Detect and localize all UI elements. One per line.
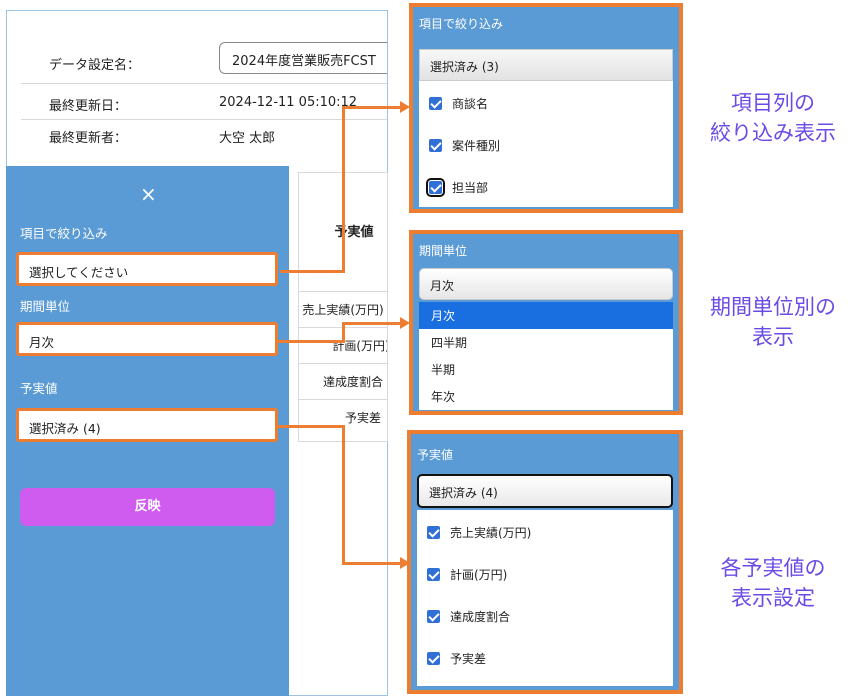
measures-option-label: 売上実績(万円): [450, 526, 532, 540]
measures-option-label: 計画(万円): [450, 568, 508, 582]
measures-option-label: 達成度割合: [450, 610, 511, 624]
period-callout-title: 期間単位: [419, 244, 468, 258]
last-updated-value: 2024-12-11 05:10:12: [219, 95, 358, 110]
updated-by-label: 最終更新者：: [49, 131, 128, 146]
period-option[interactable]: 年次: [419, 383, 673, 410]
caption-line: 絞り込み表示: [710, 121, 836, 145]
checkbox-checked-icon[interactable]: [429, 97, 442, 110]
connector-line: [342, 106, 345, 273]
measures-option[interactable]: 達成度割合: [427, 608, 510, 625]
caption-line: 期間単位別の: [710, 295, 836, 319]
connector-line: [342, 425, 345, 565]
caption-line: 表示設定: [731, 586, 815, 610]
dataset-name-label: データ設定名：: [49, 58, 141, 73]
connector-line: [278, 425, 344, 428]
apply-button[interactable]: 反映: [20, 488, 275, 526]
checkbox-checked-icon[interactable]: [427, 610, 440, 623]
filter-option-label: 案件種別: [452, 139, 501, 153]
filter-callout: 項目で絞り込み 選択済み (3) 商談名 案件種別 担当部: [409, 3, 683, 213]
period-option[interactable]: 半期: [419, 356, 673, 383]
connector-line: [342, 322, 402, 325]
measures-callout-title: 予実値: [417, 448, 454, 462]
updated-by-value: 大空 太郎: [219, 131, 276, 146]
measures-caption: 各予実値の 表示設定: [692, 553, 854, 613]
measures-option-label: 予実差: [450, 652, 487, 666]
close-icon[interactable]: ×: [140, 184, 157, 204]
connector-line: [280, 270, 344, 273]
filter-callout-title: 項目で絞り込み: [419, 17, 504, 31]
connector-line: [342, 106, 402, 109]
period-callout: 期間単位 月次 月次 四半期 半期 年次: [409, 230, 683, 415]
period-label: 期間単位: [20, 299, 71, 314]
filter-label: 項目で絞り込み: [20, 226, 108, 241]
dataset-name-input[interactable]: 2024年度営業販売FCST: [219, 42, 387, 74]
measures-select[interactable]: 選択済み (4): [16, 408, 278, 442]
filter-dropdown-header[interactable]: 選択済み (3): [419, 49, 673, 81]
filter-option-label: 担当部: [452, 181, 489, 195]
filter-select[interactable]: 選択してください: [16, 252, 278, 286]
period-dropdown-header[interactable]: 月次: [419, 268, 673, 300]
period-option[interactable]: 四半期: [419, 329, 673, 356]
filter-options-list: 商談名 案件種別 担当部: [419, 81, 673, 207]
filter-caption: 項目列の 絞り込み表示: [692, 88, 854, 148]
filter-option[interactable]: 担当部: [426, 178, 489, 197]
caption-line: 各予実値の: [720, 556, 826, 580]
checkbox-checked-icon[interactable]: [429, 139, 442, 152]
filter-option-label: 商談名: [452, 97, 489, 111]
measures-dropdown-header[interactable]: 選択済み (4): [417, 474, 673, 508]
checkbox-checked-icon[interactable]: [427, 568, 440, 581]
measures-options-list: 売上実績(万円) 計画(万円) 達成度割合 予実差: [417, 510, 673, 686]
period-option-selected[interactable]: 月次: [419, 302, 673, 329]
measures-label: 予実値: [20, 381, 58, 396]
caption-line: 項目列の: [731, 91, 815, 115]
settings-panel: × 項目で絞り込み 選択してください 期間単位 月次 予実値 選択済み (4) …: [6, 166, 289, 696]
last-updated-row: 最終更新日： 2024-12-11 05:10:12: [21, 89, 387, 120]
checkbox-checked-icon[interactable]: [426, 178, 445, 197]
table-row: 達成度割合: [299, 363, 387, 400]
caption-line: 表示: [752, 325, 794, 349]
measures-option[interactable]: 売上実績(万円): [427, 524, 531, 541]
checkbox-checked-icon[interactable]: [427, 526, 440, 539]
filter-option[interactable]: 案件種別: [429, 137, 500, 154]
connector-line: [342, 322, 345, 343]
measures-callout: 予実値 選択済み (4) 売上実績(万円) 計画(万円) 達成度割合 予実差: [407, 430, 683, 694]
period-select[interactable]: 月次: [16, 322, 278, 356]
last-updated-label: 最終更新日：: [49, 99, 128, 114]
period-options-list: 月次 四半期 半期 年次: [419, 302, 673, 410]
checkbox-checked-icon[interactable]: [427, 652, 440, 665]
connector-line: [278, 340, 344, 343]
measures-option[interactable]: 計画(万円): [427, 566, 507, 583]
dataset-name-row: データ設定名： 2024年度営業販売FCST: [21, 39, 387, 84]
connector-line: [342, 562, 402, 565]
measures-option[interactable]: 予実差: [427, 650, 486, 667]
filter-option[interactable]: 商談名: [429, 95, 488, 112]
period-caption: 期間単位別の 表示: [688, 292, 858, 352]
updated-by-row: 最終更新者： 大空 太郎: [21, 121, 387, 151]
